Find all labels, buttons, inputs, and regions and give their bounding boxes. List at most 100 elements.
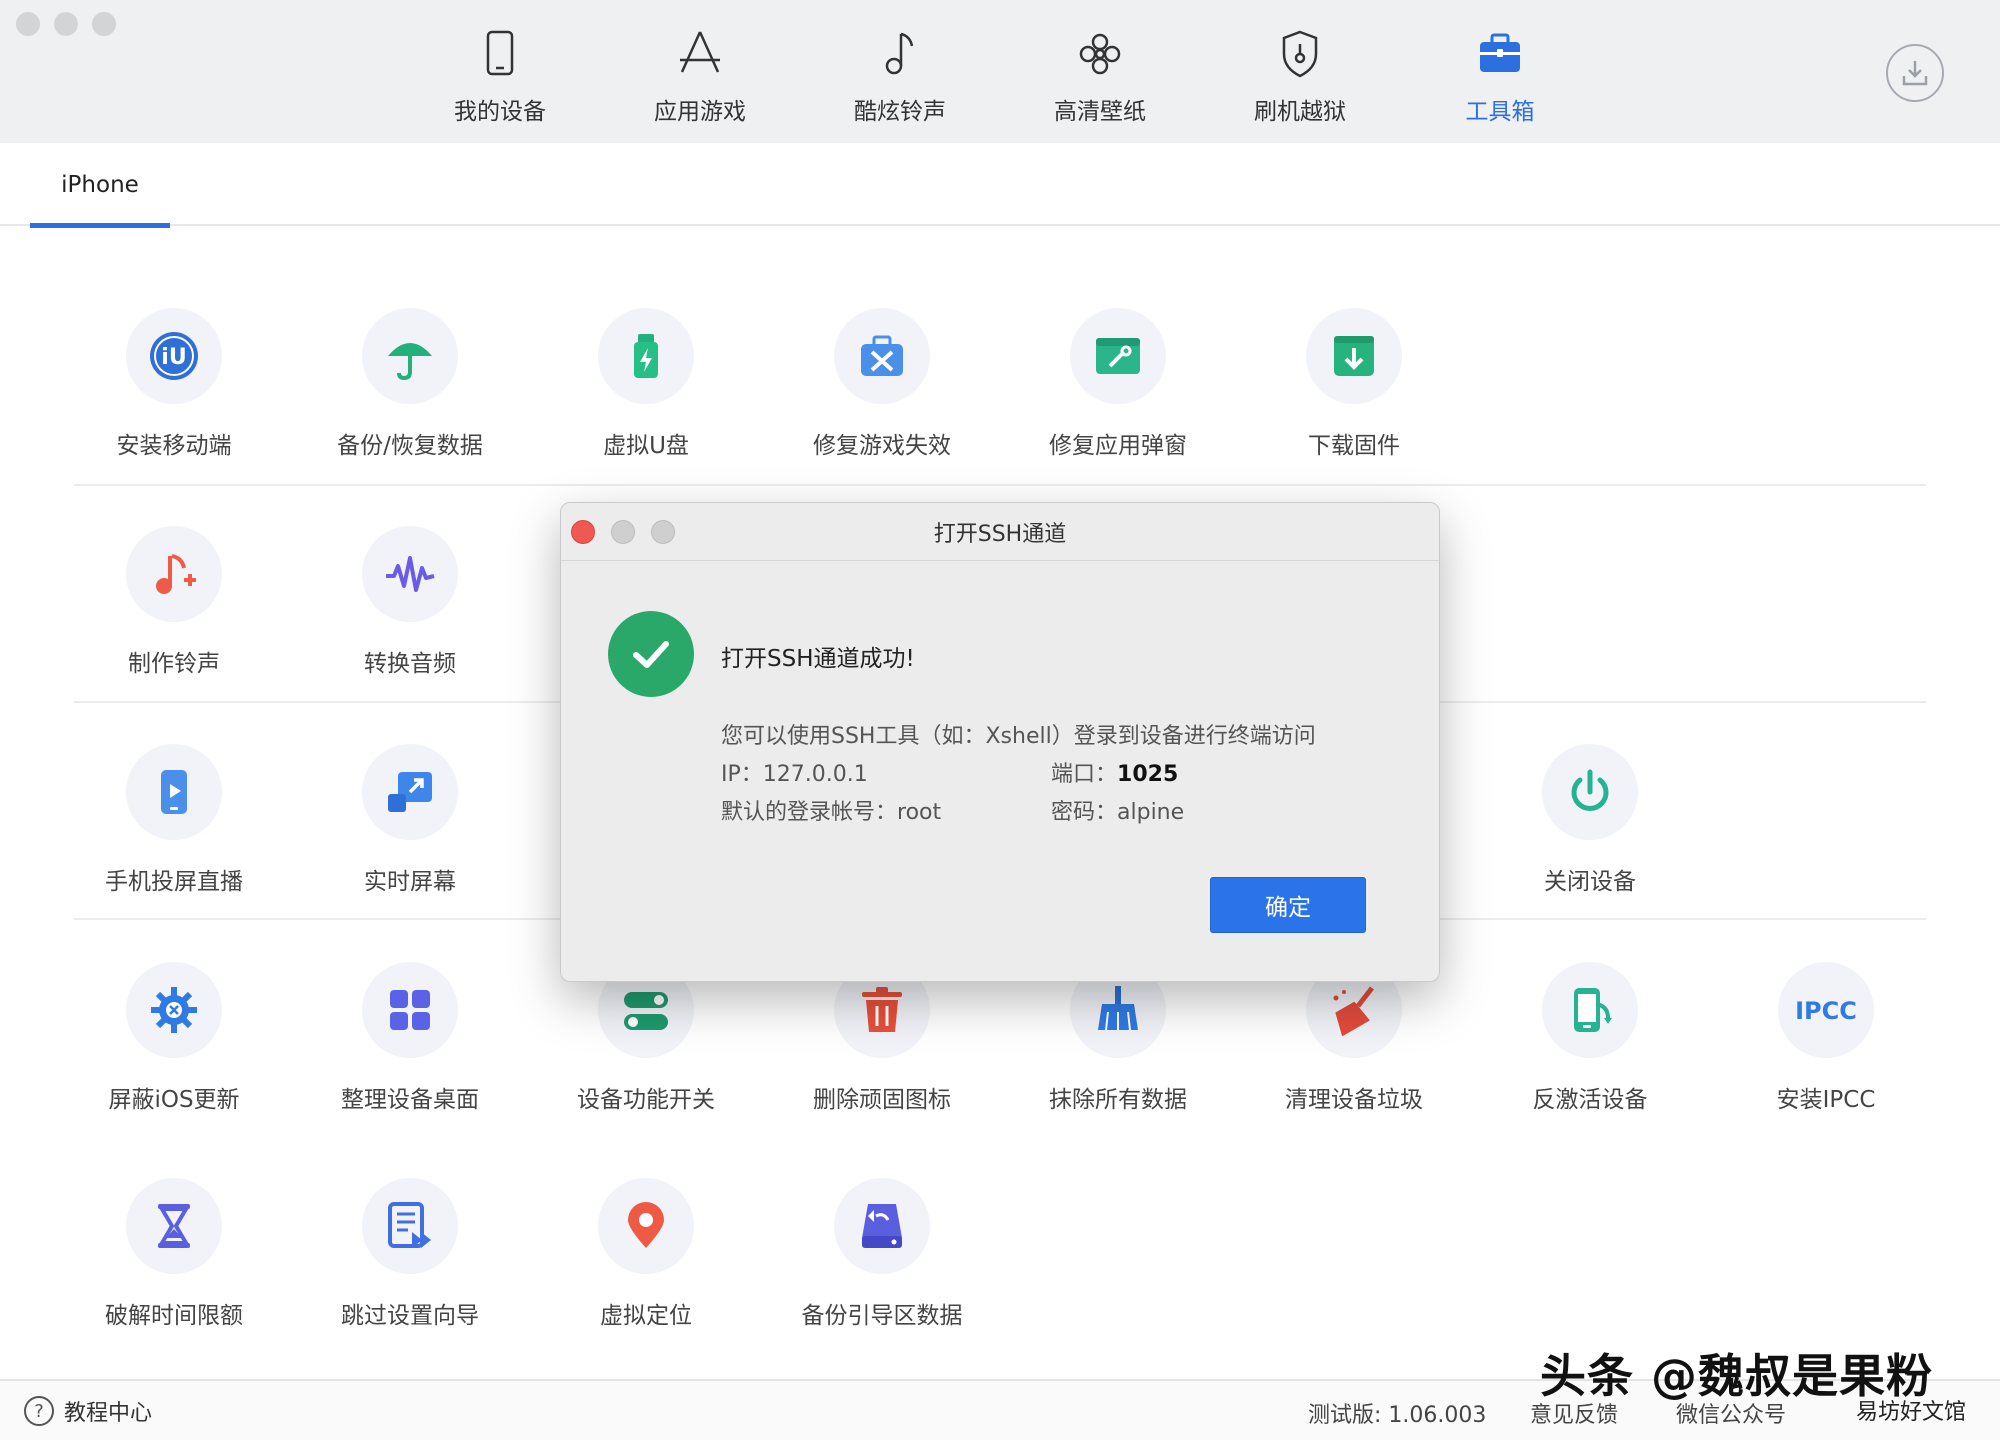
account-row: 默认的登录帐号：root (721, 794, 941, 826)
tool-icon-circle (126, 744, 222, 840)
row-divider (74, 484, 1926, 486)
drive-backup-icon (862, 1204, 902, 1248)
tool-label: 虚拟定位 (600, 1303, 692, 1329)
umbrella-icon (388, 343, 432, 381)
tool-delete-stubborn-icons[interactable]: 删除顽固图标 (764, 962, 1000, 1114)
tool-skip-setup-wizard[interactable]: 跳过设置向导 (292, 1178, 528, 1330)
nav-item-toolbox[interactable]: 工具箱 (1400, 0, 1600, 143)
broom-icon (1098, 986, 1138, 1031)
tool-install-ipcc[interactable]: IPCC 安装IPCC (1708, 962, 1944, 1114)
dialog-window-controls (571, 520, 675, 544)
tool-backup-boot-data[interactable]: 备份引导区数据 (764, 1178, 1000, 1330)
password-row: 密码：alpine (1051, 794, 1184, 826)
phone-play-icon (161, 770, 187, 814)
tool-label: 设备功能开关 (577, 1087, 715, 1113)
tool-icon-circle (362, 744, 458, 840)
tool-icon-circle: IPCC (1778, 962, 1874, 1058)
main-nav: 我的设备 应用游戏 酷炫铃声 高清壁纸 刷机越狱 工具箱 (400, 0, 1600, 143)
ssh-dialog: 打开SSH通道 打开SSH通道成功! 您可以使用SSH工具（如：Xshell）登… (560, 502, 1440, 982)
music-add-icon (156, 554, 196, 594)
tool-label: 实时屏幕 (364, 869, 456, 895)
dialog-close-button[interactable] (571, 520, 595, 544)
tool-icon-circle (834, 308, 930, 404)
tool-clean-junk[interactable]: 清理设备垃圾 (1236, 962, 1472, 1114)
tool-shutdown-device[interactable]: 关闭设备 (1472, 744, 1708, 896)
location-pin-icon (628, 1202, 664, 1248)
tool-label: 整理设备桌面 (341, 1087, 479, 1113)
tool-label: 虚拟U盘 (603, 433, 689, 459)
tool-block-ios-update[interactable]: 屏蔽iOS更新 (56, 962, 292, 1114)
port-label: 端口： (1051, 762, 1118, 787)
version-label: 测试版: 1.06.003 (1308, 1403, 1487, 1428)
tool-convert-audio[interactable]: 转换音频 (292, 526, 528, 678)
ipcc-icon: IPCC (1795, 997, 1857, 1025)
confirm-button[interactable]: 确定 (1210, 877, 1366, 933)
nav-item-ringtones[interactable]: 酷炫铃声 (800, 0, 1000, 143)
tool-deactivate-device[interactable]: 反激活设备 (1472, 962, 1708, 1114)
tool-fix-app-popup[interactable]: 修复应用弹窗 (1000, 308, 1236, 460)
tool-make-ringtone[interactable]: 制作铃声 (56, 526, 292, 678)
tool-icon-circle (1542, 962, 1638, 1058)
download-box-icon (1334, 336, 1374, 376)
nav-label: 酷炫铃声 (854, 99, 946, 125)
help-icon: ? (24, 1396, 54, 1426)
tool-icon-circle (598, 1178, 694, 1274)
tool-erase-all-data[interactable]: 抹除所有数据 (1000, 962, 1236, 1114)
skip-wizard-icon (388, 1202, 431, 1248)
tool-label: 手机投屏直播 (105, 869, 243, 895)
tool-label: 跳过设置向导 (341, 1303, 479, 1329)
tool-label: 清理设备垃圾 (1285, 1087, 1423, 1113)
tutorial-center-link[interactable]: ? 教程中心 (24, 1395, 152, 1427)
tool-label: 删除顽固图标 (813, 1087, 951, 1113)
dialog-titlebar: 打开SSH通道 (561, 503, 1439, 561)
tool-icon-circle (126, 526, 222, 622)
tool-icon-circle (126, 962, 222, 1058)
dialog-maximize-button[interactable] (651, 520, 675, 544)
tool-backup-restore[interactable]: 备份/恢复数据 (292, 308, 528, 460)
tool-phone-cast-live[interactable]: 手机投屏直播 (56, 744, 292, 896)
dialog-body: 打开SSH通道成功! 您可以使用SSH工具（如：Xshell）登录到设备进行终端… (561, 561, 1439, 981)
close-window-button[interactable] (16, 12, 40, 36)
tool-download-firmware[interactable]: 下载固件 (1236, 308, 1472, 460)
download-icon (1902, 61, 1928, 86)
tool-label: 下载固件 (1308, 433, 1400, 459)
toolbox-icon (1480, 33, 1520, 72)
window-controls (16, 12, 116, 36)
nav-item-flash-jailbreak[interactable]: 刷机越狱 (1200, 0, 1400, 143)
password-value: alpine (1117, 800, 1185, 825)
success-check-icon (608, 611, 694, 697)
port-value: 1025 (1117, 762, 1179, 787)
dialog-minimize-button[interactable] (611, 520, 635, 544)
nav-item-wallpapers[interactable]: 高清壁纸 (1000, 0, 1200, 143)
minimize-window-button[interactable] (54, 12, 78, 36)
tool-organize-desktop[interactable]: 整理设备桌面 (292, 962, 528, 1114)
tool-label: 制作铃声 (128, 651, 220, 677)
nav-label: 刷机越狱 (1254, 99, 1346, 125)
nav-item-my-device[interactable]: 我的设备 (400, 0, 600, 143)
flower-icon (1079, 33, 1121, 75)
download-manager-button[interactable] (1886, 44, 1944, 102)
tool-device-switches[interactable]: 设备功能开关 (528, 962, 764, 1114)
tool-label: 修复游戏失效 (813, 433, 951, 459)
tool-install-mobile[interactable]: iU 安装移动端 (56, 308, 292, 460)
tab-iphone[interactable]: iPhone (30, 143, 170, 228)
tool-realtime-screen[interactable]: 实时屏幕 (292, 744, 528, 896)
tool-fix-game[interactable]: 修复游戏失效 (764, 308, 1000, 460)
ip-label: IP： (721, 762, 763, 787)
tool-icon-circle (1542, 744, 1638, 840)
nav-item-apps-games[interactable]: 应用游戏 (600, 0, 800, 143)
top-navigation-bar: 我的设备 应用游戏 酷炫铃声 高清壁纸 刷机越狱 工具箱 (0, 0, 2000, 143)
tool-crack-time-limit[interactable]: 破解时间限额 (56, 1178, 292, 1330)
phone-deactivate-icon (1574, 988, 1612, 1032)
tool-icon-circle: iU (126, 308, 222, 404)
watermark-sub: 易坊好文馆 (1856, 1400, 1967, 1425)
toggle-icon (624, 992, 668, 1030)
nav-label: 工具箱 (1465, 99, 1535, 125)
music-note-icon (885, 32, 914, 75)
password-label: 密码： (1051, 800, 1118, 825)
maximize-window-button[interactable] (92, 12, 116, 36)
tool-virtual-usb[interactable]: 虚拟U盘 (528, 308, 764, 460)
dialog-title: 打开SSH通道 (933, 521, 1067, 547)
grid-apps-icon (390, 990, 430, 1030)
tool-virtual-location[interactable]: 虚拟定位 (528, 1178, 764, 1330)
